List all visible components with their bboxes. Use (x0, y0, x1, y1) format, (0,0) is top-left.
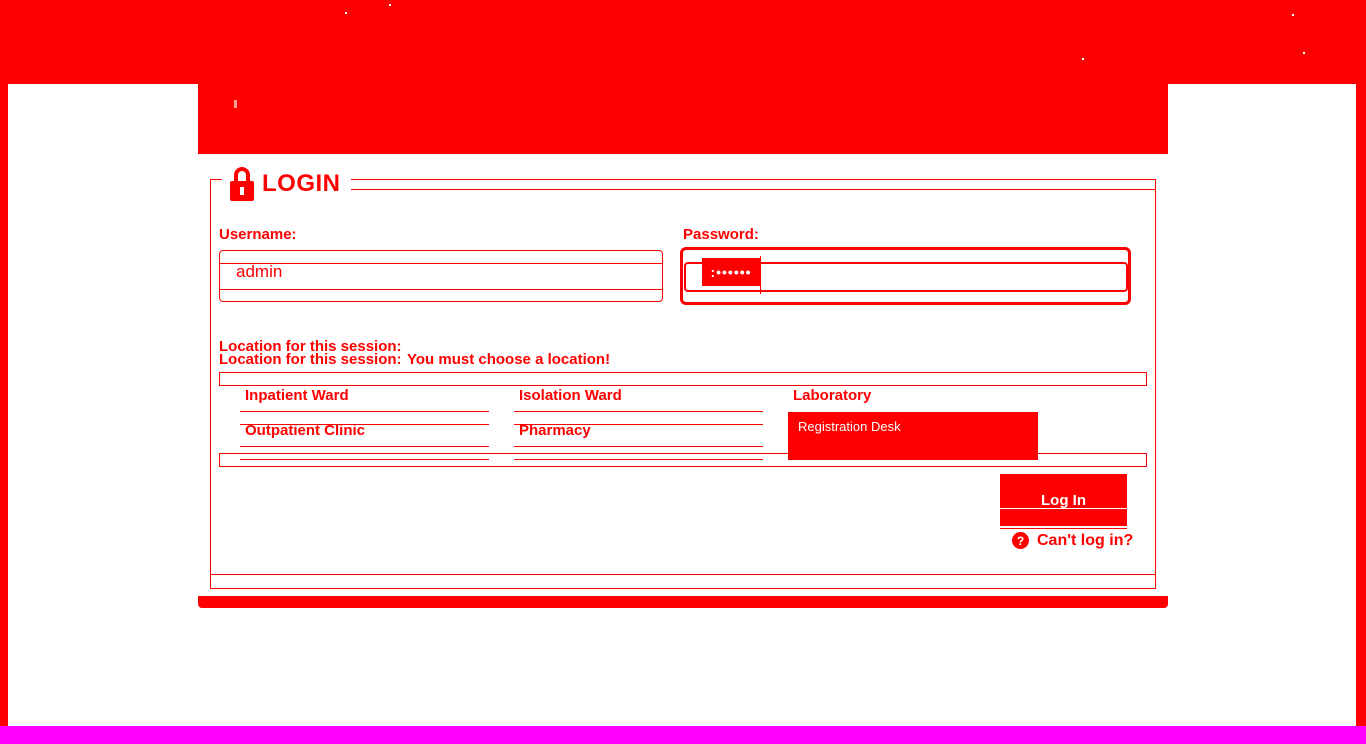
header-speck (1082, 58, 1084, 60)
login-title: LOGIN (262, 170, 341, 197)
location-error: You must choose a location! (407, 351, 611, 368)
username-input-rule (219, 263, 663, 264)
header-logo-mark (234, 100, 237, 108)
header-speck (345, 12, 347, 14)
cant-login-row[interactable]: ? Can't log in? (1012, 532, 1133, 549)
app-header (198, 84, 1168, 154)
location-option-outpatient-clinic[interactable]: Outpatient Clinic (245, 423, 365, 438)
location-option-rule (514, 459, 763, 460)
location-option-laboratory[interactable]: Laboratory (793, 388, 871, 403)
location-option-rule (240, 446, 489, 447)
location-option-rule (240, 459, 489, 460)
fieldset-rule (348, 189, 1156, 190)
login-panel-footer (198, 596, 1168, 608)
fieldset-foot-rule (210, 574, 1156, 575)
location-option-pharmacy[interactable]: Pharmacy (519, 423, 591, 438)
location-option-isolation-ward[interactable]: Isolation Ward (519, 388, 622, 403)
button-bottom-rule (1000, 528, 1127, 529)
header-speck (389, 4, 391, 6)
location-option-label: Registration Desk (798, 419, 901, 434)
login-legend: LOGIN (222, 164, 351, 204)
location-option-rule (514, 411, 763, 412)
lock-icon (230, 167, 254, 201)
location-option-rule (514, 446, 763, 447)
login-button-rule (1000, 508, 1127, 509)
location-option-registration-desk[interactable]: Registration Desk (788, 412, 1038, 460)
password-value: :•••••• (702, 258, 760, 286)
username-label: Username: (219, 226, 297, 243)
location-option-rule (240, 411, 489, 412)
cant-login-link[interactable]: Can't log in? (1037, 532, 1133, 548)
header-speck (1303, 52, 1305, 54)
password-label: Password: (683, 226, 759, 243)
text-cursor (760, 256, 761, 294)
question-icon: ? (1012, 532, 1029, 549)
username-value: admin (236, 262, 283, 281)
location-label-repeat: Location for this session: (219, 351, 402, 368)
location-option-inpatient-ward[interactable]: Inpatient Ward (245, 388, 349, 403)
login-button[interactable]: Log In (1000, 474, 1127, 526)
location-list-top (219, 372, 1147, 386)
username-input[interactable] (219, 250, 663, 302)
header-speck (1292, 14, 1294, 16)
username-input-rule (219, 289, 663, 290)
bottom-strip (0, 726, 1366, 744)
